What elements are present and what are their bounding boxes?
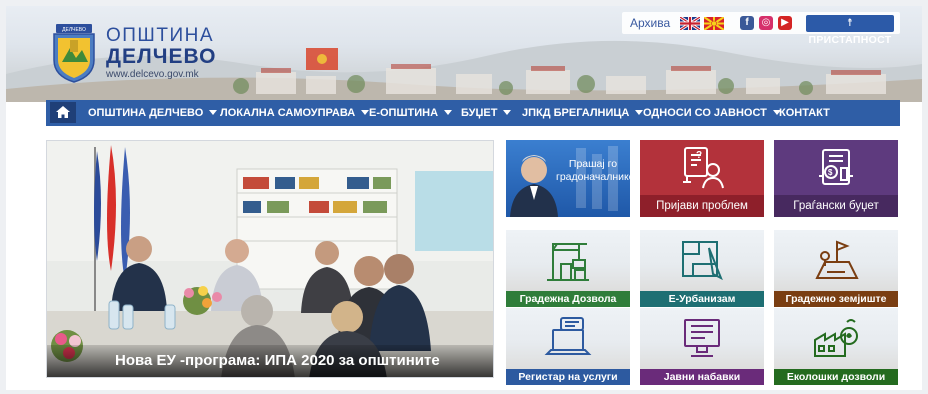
site-url: www.delcevo.gov.mk bbox=[106, 69, 199, 80]
nav-label: Е-ОПШТИНА bbox=[369, 107, 439, 119]
site-logo[interactable]: ДЕЛЧЕВО ОПШТИНА ДЕЛЧЕВО www.delcevo.gov.… bbox=[50, 22, 220, 86]
crane-icon bbox=[547, 243, 589, 281]
eco-factory-icon bbox=[814, 319, 858, 357]
building-permit-tile[interactable]: Градежна Дозвола bbox=[506, 230, 630, 307]
nav-item-e-municipality[interactable]: Е-ОПШТИНА bbox=[369, 100, 453, 126]
land-plot-icon bbox=[815, 240, 859, 279]
nav-item-municipality[interactable]: ОПШТИНА ДЕЛЧЕВО bbox=[88, 100, 218, 126]
english-flag-icon[interactable] bbox=[680, 17, 700, 30]
youtube-icon[interactable]: ▶ bbox=[778, 16, 792, 30]
home-icon bbox=[56, 106, 70, 118]
site-subtitle: ДЕЛЧЕВО bbox=[106, 45, 217, 68]
blueprint-icon bbox=[682, 241, 723, 281]
nav-item-public-enterprise[interactable]: ЈПКД БРЕГАЛНИЦА bbox=[522, 100, 644, 126]
svg-text:$: $ bbox=[828, 168, 833, 177]
laptop-chat-icon bbox=[544, 317, 592, 355]
services-register-label: Регистар на услуги bbox=[506, 369, 630, 385]
nav-label: ЛОКАЛНА САМОУПРАВА bbox=[220, 107, 356, 119]
public-procurement-label: Јавни набавки bbox=[640, 369, 764, 385]
ask-mayor-tile[interactable]: Прашај го градоначалникот bbox=[506, 140, 630, 217]
home-button[interactable] bbox=[50, 102, 76, 123]
building-permit-label: Градежна Дозвола bbox=[506, 291, 630, 307]
chevron-down-icon bbox=[209, 110, 218, 115]
macedonian-flag-icon[interactable] bbox=[704, 17, 724, 30]
instagram-icon[interactable]: ◎ bbox=[759, 16, 773, 30]
top-utility-bar: Архива f ◎ ▶ ☨ ПРИСТАПНОСТ bbox=[622, 12, 900, 46]
citizen-budget-icon: $ bbox=[819, 149, 853, 185]
crest-label: ДЕЛЧЕВО bbox=[62, 27, 86, 33]
ask-mayor-label: Прашај го градоначалникот bbox=[556, 158, 630, 183]
news-photo bbox=[47, 141, 493, 377]
report-problem-label: Пријави проблем bbox=[640, 195, 764, 217]
procurement-icon bbox=[684, 319, 720, 357]
nav-label: ОПШТИНА ДЕЛЧЕВО bbox=[88, 107, 204, 119]
e-urbanism-label: Е-Урбанизам bbox=[640, 291, 764, 307]
construction-land-label: Градежно земјиште bbox=[774, 291, 898, 307]
citizen-budget-label: Граѓански буџет bbox=[774, 195, 898, 217]
chevron-down-icon bbox=[361, 110, 370, 115]
nav-label: ЈПКД БРЕГАЛНИЦА bbox=[522, 107, 630, 119]
svg-text:?: ? bbox=[696, 150, 702, 161]
report-problem-icon: ? bbox=[683, 147, 724, 189]
eco-permits-tile[interactable]: Еколошки дозволи bbox=[774, 308, 898, 385]
accessibility-icon: ☨ bbox=[846, 17, 854, 29]
nav-item-local-government[interactable]: ЛОКАЛНА САМОУПРАВА bbox=[220, 100, 370, 126]
archive-link[interactable]: Архива bbox=[630, 16, 670, 30]
nav-item-budget[interactable]: БУЏЕТ bbox=[461, 100, 512, 126]
site-title: ОПШТИНА bbox=[106, 25, 215, 46]
facebook-icon[interactable]: f bbox=[740, 16, 754, 30]
eco-permits-label: Еколошки дозволи bbox=[774, 369, 898, 385]
flag-decoration bbox=[306, 48, 338, 70]
main-navigation: ОПШТИНА ДЕЛЧЕВО ЛОКАЛНА САМОУПРАВА Е-ОПШ… bbox=[46, 100, 900, 126]
services-register-tile[interactable]: Регистар на услуги bbox=[506, 308, 630, 385]
chevron-down-icon bbox=[444, 110, 453, 115]
report-problem-tile[interactable]: ? Пријави проблем bbox=[640, 140, 764, 217]
chevron-down-icon bbox=[503, 110, 512, 115]
accessibility-label: ПРИСТАПНОСТ bbox=[808, 34, 892, 46]
public-procurement-tile[interactable]: Јавни набавки bbox=[640, 308, 764, 385]
nav-item-contact[interactable]: КОНТАКТ bbox=[779, 100, 830, 126]
citizen-budget-tile[interactable]: $ Граѓански буџет bbox=[774, 140, 898, 217]
construction-land-tile[interactable]: Градежно земјиште bbox=[774, 230, 898, 307]
site-header: ДЕЛЧЕВО ОПШТИНА ДЕЛЧЕВО www.delcevo.gov.… bbox=[6, 6, 922, 102]
news-headline: Нова ЕУ -програма: ИПА 2020 за општините bbox=[115, 352, 440, 369]
news-caption[interactable]: Нова ЕУ -програма: ИПА 2020 за општините bbox=[47, 345, 493, 377]
crest-icon: ДЕЛЧЕВО bbox=[53, 24, 95, 83]
featured-news-slide[interactable]: Нова ЕУ -програма: ИПА 2020 за општините bbox=[46, 140, 494, 378]
nav-item-public-relations[interactable]: ОДНОСИ СО ЈАВНОСТ bbox=[643, 100, 781, 126]
nav-label: ОДНОСИ СО ЈАВНОСТ bbox=[643, 107, 767, 119]
e-urbanism-tile[interactable]: Е-Урбанизам bbox=[640, 230, 764, 307]
accessibility-button[interactable]: ☨ ПРИСТАПНОСТ bbox=[806, 15, 894, 46]
nav-label: КОНТАКТ bbox=[779, 107, 830, 119]
nav-label: БУЏЕТ bbox=[461, 107, 498, 119]
page: ДЕЛЧЕВО ОПШТИНА ДЕЛЧЕВО www.delcevo.gov.… bbox=[6, 6, 922, 390]
